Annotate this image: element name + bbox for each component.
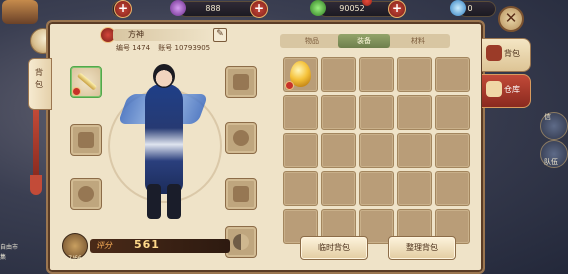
inventory-slot[interactable] — [435, 95, 470, 130]
currency3-value: 0 — [467, 4, 473, 13]
boots-slot[interactable] — [225, 178, 257, 210]
helmet-slot[interactable] — [225, 66, 257, 98]
red-ribbon-decoration — [33, 108, 39, 178]
bind-badge-icon — [285, 81, 294, 90]
character-model[interactable] — [103, 54, 223, 224]
id-label: 编号 1474 — [116, 44, 151, 52]
inventory-slot[interactable] — [283, 95, 318, 130]
account-label: 账号 10793905 — [158, 44, 211, 52]
currency2: 90052 + — [310, 0, 406, 18]
currency1: 888 + — [170, 0, 268, 18]
warehouse-tab-label: 仓库 — [504, 85, 520, 94]
inventory-slot[interactable] — [435, 57, 470, 92]
sort-bag-button[interactable]: 整理背包 — [388, 236, 456, 260]
player-avatar[interactable] — [2, 0, 38, 24]
score-area: 7/66 评分 561 — [60, 230, 250, 262]
boots-icon — [233, 186, 249, 202]
inventory-slot[interactable] — [397, 171, 432, 206]
inventory-slot[interactable] — [321, 95, 356, 130]
char-leg-left — [147, 184, 161, 219]
inventory-grid — [283, 57, 473, 244]
tab-materials[interactable]: 材料 — [392, 34, 444, 48]
armor-slot[interactable] — [70, 124, 102, 156]
char-body — [145, 84, 183, 194]
necklace-icon — [233, 130, 249, 146]
inventory-slot[interactable] — [397, 133, 432, 168]
character-ids: 编号 1474 账号 10793905 — [116, 43, 216, 53]
inventory-slot[interactable] — [283, 133, 318, 168]
inventory-slot[interactable] — [283, 171, 318, 206]
tab-bag-vertical[interactable]: 背包 — [28, 58, 52, 110]
char-leg-right — [167, 184, 181, 219]
inventory-slot[interactable] — [435, 171, 470, 206]
inventory-slot[interactable] — [435, 133, 470, 168]
helmet-icon — [233, 74, 249, 90]
ring-icon — [78, 186, 94, 202]
character-name: 方神 — [128, 30, 144, 39]
inventory-slot[interactable] — [321, 57, 356, 92]
necklace-slot[interactable] — [225, 122, 257, 154]
vtab-label: 背包 — [35, 68, 43, 89]
market-label: 集 — [0, 254, 7, 261]
inventory-slot[interactable] — [397, 95, 432, 130]
bag-icon — [486, 45, 502, 61]
currency1-value: 888 — [205, 4, 221, 13]
inventory-slot[interactable] — [321, 171, 356, 206]
free-market-label: 自由市 — [0, 244, 19, 251]
tab-warehouse[interactable]: 仓库 — [482, 74, 531, 108]
bag-tab-label: 背包 — [504, 49, 520, 58]
currency3: 0 — [450, 0, 496, 17]
ring-slot[interactable] — [70, 178, 102, 210]
char-head — [153, 64, 175, 88]
tassel-decoration — [30, 175, 42, 195]
score-medal-icon[interactable]: 7/66 — [62, 233, 88, 262]
tab-items[interactable]: 物品 — [286, 34, 338, 48]
inventory-slot[interactable] — [359, 133, 394, 168]
inventory-slot[interactable] — [359, 57, 394, 92]
add-currency1-button[interactable]: + — [250, 0, 268, 18]
team-label: 队伍 — [544, 158, 558, 166]
add-currency0-button[interactable]: + — [114, 0, 132, 18]
inventory-slot[interactable] — [359, 95, 394, 130]
add-currency2-button[interactable]: + — [388, 0, 406, 18]
score-value: 561 — [134, 238, 160, 251]
currency-add-stub: + — [112, 0, 132, 18]
side-label-top: 信 — [544, 113, 551, 121]
top-resource-bar: + 888 + 90052 + 0 — [0, 0, 568, 24]
inventory-slot[interactable] — [321, 133, 356, 168]
currency2-value: 90052 — [339, 4, 365, 13]
temp-bag-button[interactable]: 临时背包 — [300, 236, 368, 260]
weapon-slot[interactable] — [70, 66, 102, 98]
armor-icon — [78, 132, 94, 148]
inventory-slot[interactable] — [283, 57, 318, 92]
bind-badge-icon — [72, 87, 81, 96]
score-label: 评分 — [96, 241, 112, 250]
close-button[interactable]: ✕ — [498, 6, 524, 32]
warehouse-icon — [486, 81, 502, 97]
inventory-slot[interactable] — [359, 171, 394, 206]
tab-bag[interactable]: 背包 — [482, 38, 531, 72]
inventory-tabs: 物品 装备 材料 — [280, 34, 450, 48]
tab-equipment[interactable]: 装备 — [338, 34, 390, 48]
inventory-slot[interactable] — [397, 57, 432, 92]
medal-text: 7/66 — [68, 255, 82, 262]
edit-name-button[interactable]: ✎ — [213, 28, 227, 42]
